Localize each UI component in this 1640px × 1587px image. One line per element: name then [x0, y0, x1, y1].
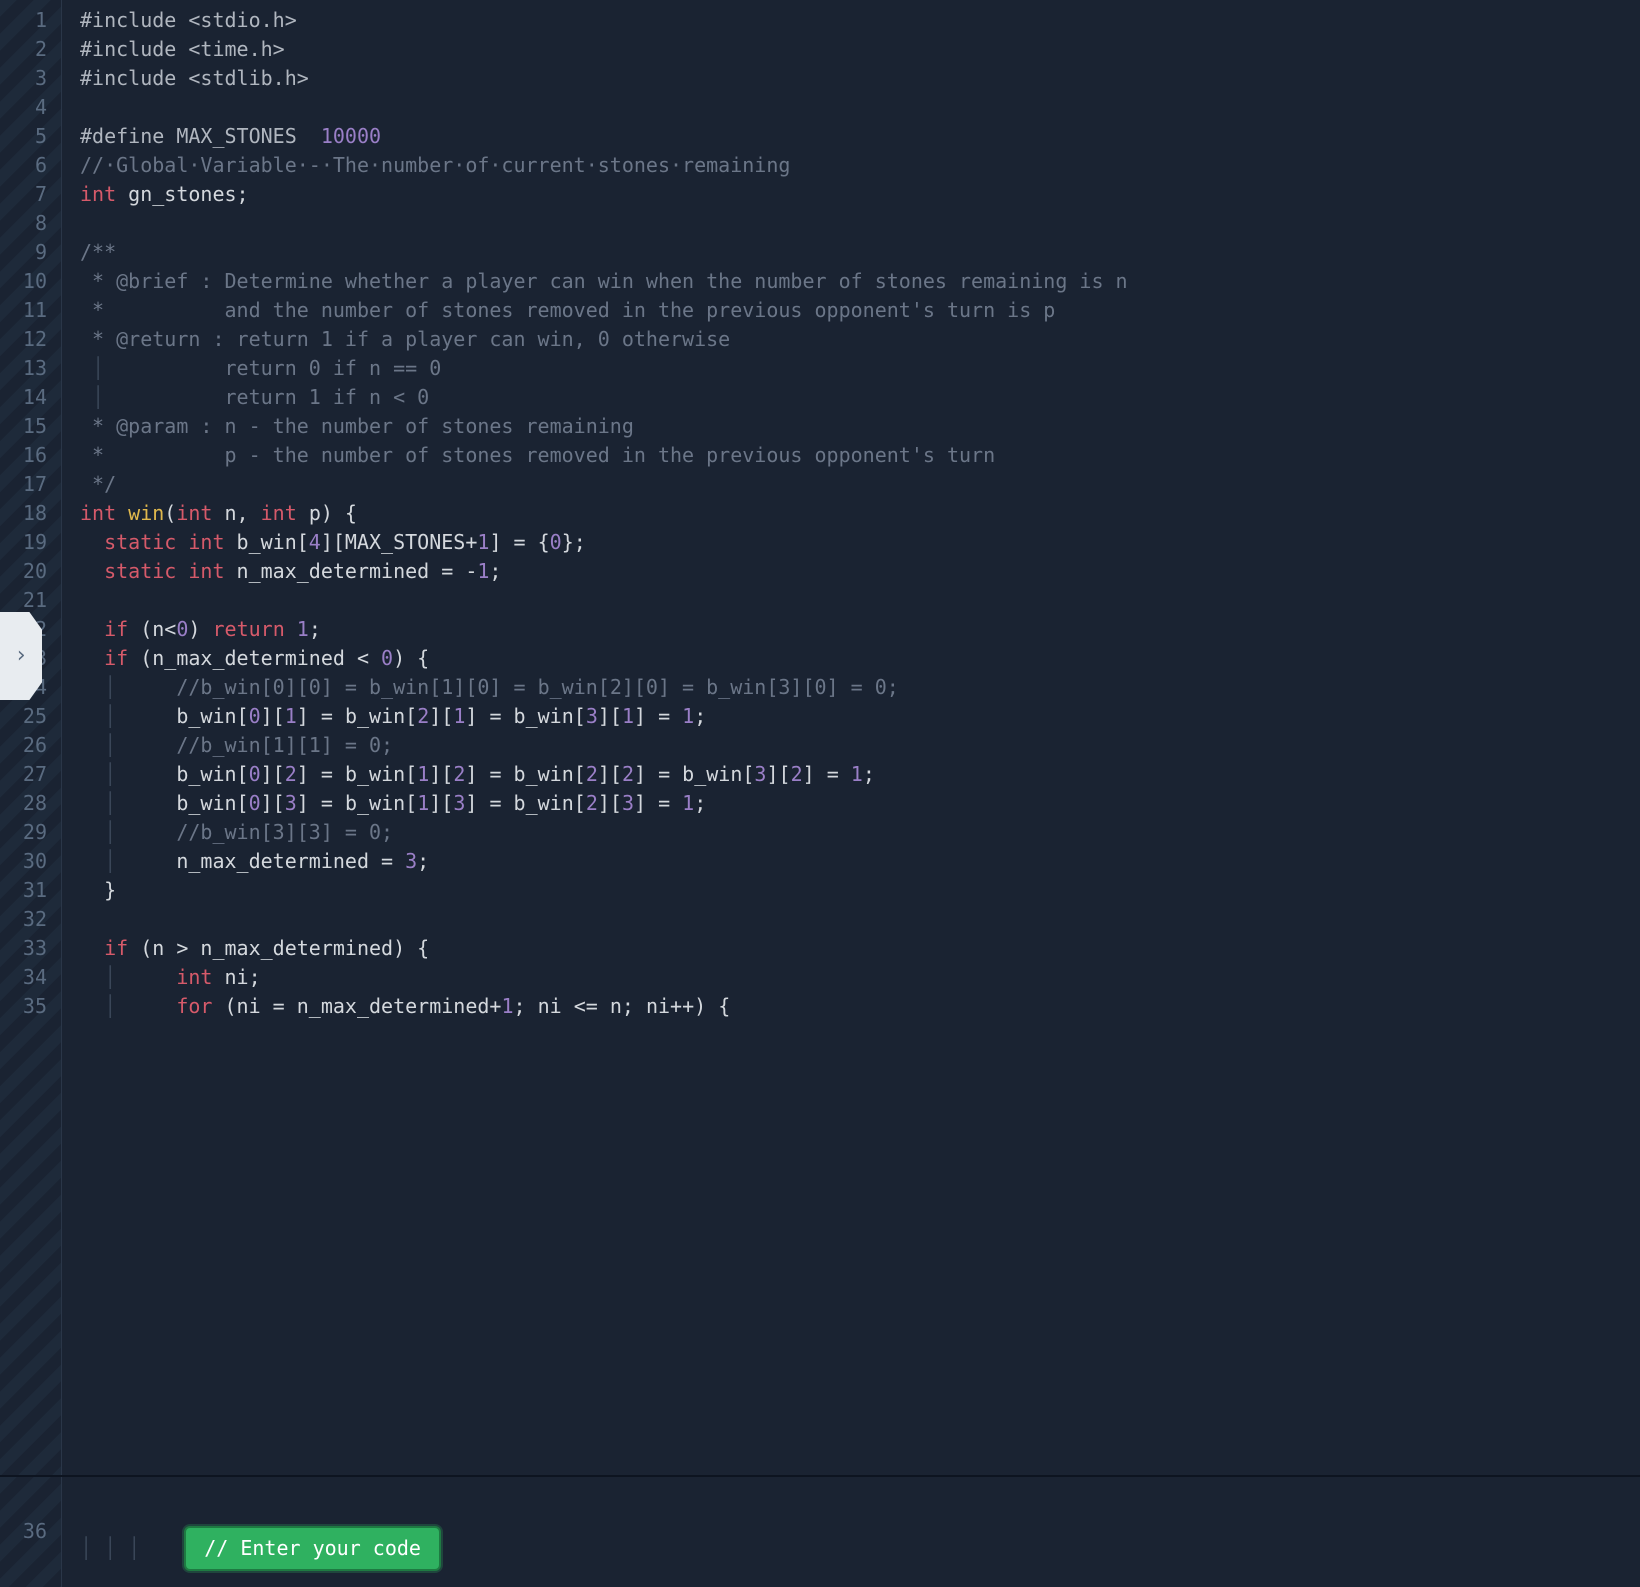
line-number: 9 [0, 238, 61, 267]
code-line: int win(int n, int p) { [80, 499, 1640, 528]
line-number: 34 [0, 963, 61, 992]
line-number: 3 [0, 64, 61, 93]
code-line: */ [80, 470, 1640, 499]
code-line: static int n_max_determined = -1; [80, 557, 1640, 586]
input-line-number: 36 [0, 1477, 62, 1587]
code-line: static int b_win[4][MAX_STONES+1] = {0}; [80, 528, 1640, 557]
code-line: │ return 0 if n == 0 [80, 354, 1640, 383]
line-number-gutter: 1 2 3 4 5 6 7 8 9 10 11 12 13 14 15 16 1… [0, 0, 62, 1587]
line-number: 19 [0, 528, 61, 557]
code-line [80, 93, 1640, 122]
code-input-placeholder[interactable]: // Enter your code [184, 1526, 441, 1571]
code-line: │ b_win[0][2] = b_win[1][2] = b_win[2][2… [80, 760, 1640, 789]
code-line: /** [80, 238, 1640, 267]
code-line: #include <time.h> [80, 35, 1640, 64]
code-line [80, 905, 1640, 934]
line-number: 18 [0, 499, 61, 528]
line-number: 29 [0, 818, 61, 847]
line-number: 6 [0, 151, 61, 180]
line-number: 30 [0, 847, 61, 876]
code-line: int gn_stones; [80, 180, 1640, 209]
code-line: │ //b_win[0][0] = b_win[1][0] = b_win[2]… [80, 673, 1640, 702]
code-line: if (n_max_determined < 0) { [80, 644, 1640, 673]
code-line: //·Global·Variable·-·The·number·of·curre… [80, 151, 1640, 180]
line-number: 14 [0, 383, 61, 412]
line-number: 26 [0, 731, 61, 760]
line-number: 10 [0, 267, 61, 296]
code-line: * p - the number of stones removed in th… [80, 441, 1640, 470]
line-number: 11 [0, 296, 61, 325]
chevron-right-icon: › [14, 640, 27, 672]
line-number: 4 [0, 93, 61, 122]
line-number: 32 [0, 905, 61, 934]
expand-panel-handle[interactable]: › [0, 612, 42, 700]
line-number: 13 [0, 354, 61, 383]
code-line: │ return 1 if n < 0 [80, 383, 1640, 412]
line-number: 2 [0, 35, 61, 64]
code-line: │ int ni; [80, 963, 1640, 992]
code-editor: 1 2 3 4 5 6 7 8 9 10 11 12 13 14 15 16 1… [0, 0, 1640, 1587]
line-number: 8 [0, 209, 61, 238]
line-number: 16 [0, 441, 61, 470]
code-line: #include <stdio.h> [80, 6, 1640, 35]
line-number: 35 [0, 992, 61, 1021]
code-line: } [80, 876, 1640, 905]
code-line: │ for (ni = n_max_determined+1; ni <= n;… [80, 992, 1640, 1021]
indent-guides: │ │ │ [80, 1534, 140, 1563]
code-line: #include <stdlib.h> [80, 64, 1640, 93]
code-line: * @brief : Determine whether a player ca… [80, 267, 1640, 296]
code-line: │ //b_win[3][3] = 0; [80, 818, 1640, 847]
code-line: if (n > n_max_determined) { [80, 934, 1640, 963]
line-number: 27 [0, 760, 61, 789]
line-number: 21 [0, 586, 61, 615]
line-number: 12 [0, 325, 61, 354]
code-line: │ n_max_determined = 3; [80, 847, 1640, 876]
line-number: 31 [0, 876, 61, 905]
line-number: 1 [0, 6, 61, 35]
line-number: 28 [0, 789, 61, 818]
code-area[interactable]: #include <stdio.h> #include <time.h> #in… [62, 0, 1640, 1587]
code-line: │ b_win[0][1] = b_win[2][1] = b_win[3][1… [80, 702, 1640, 731]
line-number: 5 [0, 122, 61, 151]
code-line: │ b_win[0][3] = b_win[1][3] = b_win[2][3… [80, 789, 1640, 818]
line-number: 20 [0, 557, 61, 586]
code-line [80, 586, 1640, 615]
line-number: 25 [0, 702, 61, 731]
code-line: * @param : n - the number of stones rema… [80, 412, 1640, 441]
line-number: 15 [0, 412, 61, 441]
code-line [80, 209, 1640, 238]
line-number: 33 [0, 934, 61, 963]
line-number: 17 [0, 470, 61, 499]
code-line: * and the number of stones removed in th… [80, 296, 1640, 325]
code-line: │ //b_win[1][1] = 0; [80, 731, 1640, 760]
code-line: #define MAX_STONES 10000 [80, 122, 1640, 151]
line-number: 7 [0, 180, 61, 209]
code-line: * @return : return 1 if a player can win… [80, 325, 1640, 354]
code-line: if (n<0) return 1; [80, 615, 1640, 644]
code-input-row: 36 │ │ │ // Enter your code [0, 1477, 1640, 1587]
